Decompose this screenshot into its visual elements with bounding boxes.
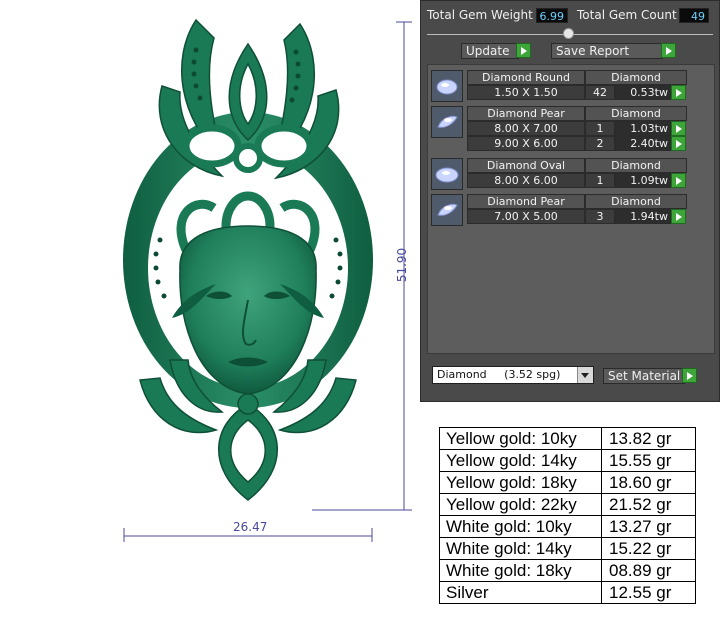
gem-weight: 1.03tw xyxy=(615,121,671,136)
gem-weight: 1.94tw xyxy=(615,209,671,224)
gem-size: 8.00 X 6.00 xyxy=(467,173,585,188)
save-report-button[interactable]: Save Report xyxy=(551,43,663,59)
table-row: Yellow gold: 18ky 18.60 gr xyxy=(439,471,696,494)
total-gem-count-value: 49 xyxy=(679,8,709,23)
metal-weight: 21.52 gr xyxy=(601,493,696,516)
gem-weight: 2.40tw xyxy=(615,136,671,151)
gem-row-go-icon[interactable] xyxy=(671,121,686,136)
gem-shape: Diamond Pear xyxy=(467,194,585,209)
gem-material: Diamond xyxy=(585,158,687,173)
metal-name: White gold: 14ky xyxy=(439,537,602,560)
gem-size: 1.50 X 1.50 xyxy=(467,85,585,100)
gem-row-go-icon[interactable] xyxy=(671,173,686,188)
metal-name: Silver xyxy=(439,581,602,604)
gem-shape: Diamond Pear xyxy=(467,106,585,121)
save-report-label: Save Report xyxy=(556,44,630,58)
metal-weight: 13.27 gr xyxy=(601,515,696,538)
update-go-icon[interactable] xyxy=(516,43,531,58)
metal-name: White gold: 18ky xyxy=(439,559,602,582)
gem-panel: Total Gem Weight 6.99 Total Gem Count 49… xyxy=(420,0,720,402)
metal-weight: 12.55 gr xyxy=(601,581,696,604)
gem-row-go-icon[interactable] xyxy=(671,136,686,151)
total-gem-count-label: Total Gem Count xyxy=(577,8,677,22)
gem-material: Diamond xyxy=(585,194,687,209)
gem-material: Diamond xyxy=(585,106,687,121)
metal-weight: 15.55 gr xyxy=(601,449,696,472)
metal-weight: 08.89 gr xyxy=(601,559,696,582)
table-row: White gold: 18ky 08.89 gr xyxy=(439,559,696,582)
table-row: White gold: 10ky 13.27 gr xyxy=(439,515,696,538)
save-report-go-icon[interactable] xyxy=(661,43,676,58)
metal-name: Yellow gold: 22ky xyxy=(439,493,602,516)
metal-name: Yellow gold: 18ky xyxy=(439,471,602,494)
metal-weight-table: Yellow gold: 10ky 13.82 gr Yellow gold: 1… xyxy=(439,427,696,604)
gem-weight: 0.53tw xyxy=(615,85,671,100)
gem-count: 1 xyxy=(585,173,615,188)
metal-name: White gold: 10ky xyxy=(439,515,602,538)
gem-count: 2 xyxy=(585,136,615,151)
slider-knob[interactable] xyxy=(563,28,574,39)
metal-name: Yellow gold: 14ky xyxy=(439,449,602,472)
gem-count: 3 xyxy=(585,209,615,224)
gem-count: 42 xyxy=(585,85,615,100)
metal-name: Yellow gold: 10ky xyxy=(439,427,602,450)
total-gem-weight-value: 6.99 xyxy=(536,8,568,23)
height-dimension-label: 51.90 xyxy=(395,247,410,283)
table-row: Silver 12.55 gr xyxy=(439,581,696,604)
update-label: Update xyxy=(466,44,510,58)
gem-size: 8.00 X 7.00 xyxy=(467,121,585,136)
metal-weight: 15.22 gr xyxy=(601,537,696,560)
oval-gem-icon xyxy=(431,158,463,190)
gem-list: Diamond Round Diamond 1.50 X 1.50 42 0.5… xyxy=(427,64,715,354)
round-gem-icon xyxy=(431,70,463,102)
metal-weight: 13.82 gr xyxy=(601,427,696,450)
table-row: Yellow gold: 22ky 21.52 gr xyxy=(439,493,696,516)
set-material-label: Set Material xyxy=(608,369,681,383)
chevron-down-icon[interactable] xyxy=(577,367,593,383)
width-dimension-label: 26.47 xyxy=(233,520,268,534)
table-row: Yellow gold: 14ky 15.55 gr xyxy=(439,449,696,472)
gem-row-go-icon[interactable] xyxy=(671,85,686,100)
gem-material: Diamond xyxy=(585,70,687,85)
total-gem-weight-label: Total Gem Weight xyxy=(427,8,533,22)
update-button[interactable]: Update xyxy=(461,43,519,59)
pendant-render xyxy=(123,18,412,542)
pear-gem-icon xyxy=(431,106,463,138)
material-select[interactable]: Diamond (3.52 spg) xyxy=(432,366,594,384)
table-row: Yellow gold: 10ky 13.82 gr xyxy=(439,427,696,450)
table-row: White gold: 14ky 15.22 gr xyxy=(439,537,696,560)
material-select-value: Diamond (3.52 spg) xyxy=(437,368,561,381)
set-material-button[interactable]: Set Material xyxy=(603,368,685,384)
set-material-go-icon[interactable] xyxy=(682,368,697,383)
gem-shape: Diamond Oval xyxy=(467,158,585,173)
metal-weight: 18.60 gr xyxy=(601,471,696,494)
gem-count: 1 xyxy=(585,121,615,136)
gem-weight: 1.09tw xyxy=(615,173,671,188)
gem-size: 9.00 X 6.00 xyxy=(467,136,585,151)
gem-size: 7.00 X 5.00 xyxy=(467,209,585,224)
gem-shape: Diamond Round xyxy=(467,70,585,85)
gem-row-go-icon[interactable] xyxy=(671,209,686,224)
pear-gem-icon xyxy=(431,194,463,226)
crown xyxy=(158,18,340,180)
